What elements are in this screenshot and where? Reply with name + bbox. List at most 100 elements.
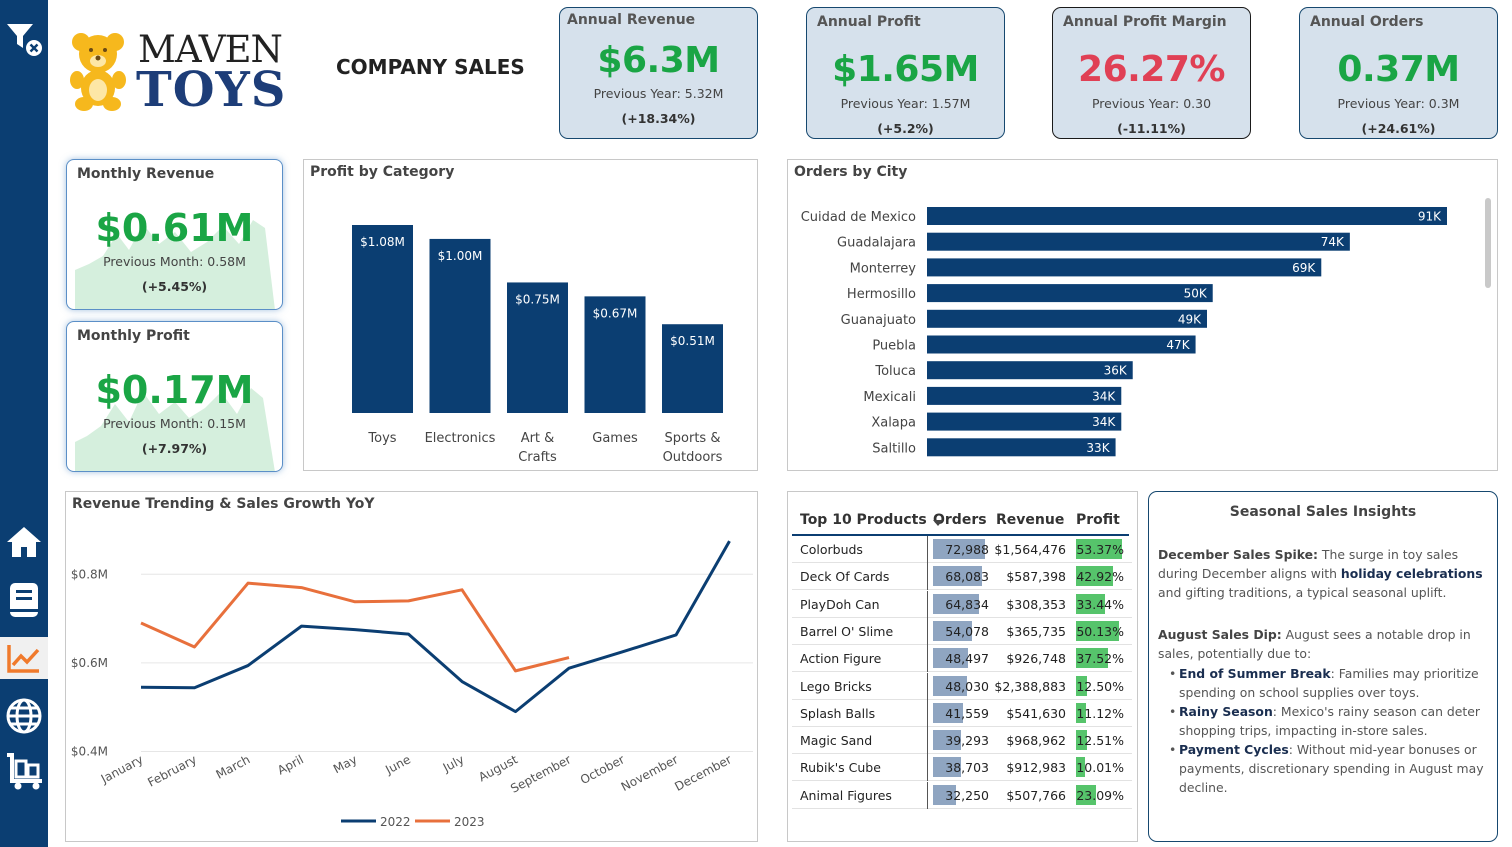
orders-by-city-chart: 91K Cuidad de Mexico 74K Guadalajara 69K Mont…: [801, 207, 1447, 457]
kpi-annual-profit: Annual Profit $1.65M Previous Year: 1.57…: [806, 7, 1005, 139]
product-orders: 39,293: [945, 733, 989, 749]
product-orders: 32,250: [945, 787, 989, 803]
product-profit: 10.01%: [1076, 760, 1124, 776]
table-row[interactable]: Colorbuds 72,988 $1,564,476 53.37%: [792, 536, 1132, 563]
table-row[interactable]: Animal Figures 32,250 $507,766 23.09%: [792, 781, 1132, 809]
monthly-profit-card: Monthly Profit $0.17M Previous Month: 0.…: [66, 321, 283, 472]
product-name: PlayDoh Can: [800, 596, 880, 612]
x-tick-label: July: [440, 752, 467, 775]
kpi-annual-profit-margin: Annual Profit Margin 26.27% Previous Yea…: [1052, 7, 1251, 139]
product-name: Lego Bricks: [800, 678, 872, 694]
product-revenue: $1,564,476: [994, 542, 1066, 557]
table-header-revenue[interactable]: Revenue: [996, 512, 1064, 528]
warehouse-cart-icon[interactable]: [0, 752, 48, 792]
kpi-previous: Previous Year: 0.30: [1091, 96, 1212, 111]
home-icon[interactable]: [0, 522, 48, 562]
product-revenue: $507,766: [1006, 787, 1066, 803]
table-header-profit[interactable]: Profit: [1076, 512, 1120, 528]
category-label: Outdoors: [663, 450, 723, 465]
x-tick-label: March: [214, 752, 253, 782]
product-orders: 72,988: [945, 542, 989, 557]
data-label: 50K: [1184, 287, 1208, 301]
bar: [927, 309, 1207, 328]
product-orders: 48,030: [945, 678, 989, 694]
orders-by-city-card: Orders by City 91K Cuidad de Mexico 74K Gua…: [787, 159, 1498, 471]
y-tick-label: $0.6M: [71, 656, 108, 670]
x-tick-label: November: [619, 752, 681, 794]
insights-paragraph-august: August Sales Dip: August sees a notable …: [1158, 627, 1471, 661]
category-label: Hermosillo: [847, 287, 916, 302]
column-divider: [927, 590, 928, 618]
sort-desc-icon[interactable]: [933, 520, 943, 526]
product-orders: 68,083: [945, 569, 989, 585]
kpi-previous: Previous Year: 0.3M: [1337, 96, 1460, 111]
revenue-trending-card: Revenue Trending & Sales Growth YoY $0.4…: [65, 491, 758, 842]
kpi-change: (-11.11%): [1117, 121, 1186, 136]
data-label: 69K: [1292, 261, 1316, 275]
product-name: Splash Balls: [800, 705, 876, 721]
kpi-title: Annual Orders: [1310, 14, 1424, 30]
data-label: $0.51M: [670, 334, 715, 348]
column-divider: [927, 563, 928, 591]
insight-bullet: • Payment Cycles: Without mid-year bonus…: [1169, 742, 1484, 795]
report-book-icon[interactable]: [0, 580, 48, 620]
kpi-previous: Previous Year: 1.57M: [840, 96, 971, 111]
data-label: $0.75M: [515, 292, 560, 306]
product-orders: 64,834: [945, 596, 989, 612]
product-revenue: $541,630: [1006, 705, 1066, 721]
table-row[interactable]: Magic Sand 39,293 $968,962 12.51%: [792, 727, 1132, 755]
product-orders: 48,497: [945, 651, 989, 667]
product-profit: 37.52%: [1076, 651, 1124, 667]
table-row[interactable]: Lego Bricks 48,030 $2,388,883 12.50%: [792, 672, 1132, 700]
bar: [927, 361, 1133, 380]
category-label: Art &: [521, 431, 555, 446]
category-label: Toys: [367, 431, 396, 446]
monthly-revenue-card: Monthly Revenue $0.61M Previous Month: 0…: [66, 159, 283, 310]
category-label: Crafts: [518, 450, 557, 465]
table-row[interactable]: Deck Of Cards 68,083 $587,398 42.92%: [792, 563, 1132, 591]
card-title: Monthly Revenue: [77, 166, 215, 182]
category-label: Mexicali: [863, 390, 916, 405]
card-previous: Previous Month: 0.58M: [103, 254, 246, 269]
data-label: 47K: [1166, 338, 1190, 352]
product-profit: 23.09%: [1076, 787, 1124, 803]
x-tick-label: April: [275, 752, 306, 777]
data-label: 33K: [1086, 441, 1110, 455]
category-label: Puebla: [872, 339, 916, 354]
column-divider: [927, 645, 928, 673]
x-tick-label: May: [331, 752, 359, 776]
teddy-bear-icon: [70, 33, 126, 111]
kpi-title: Annual Revenue: [567, 12, 696, 28]
product-name: Action Figure: [800, 651, 882, 667]
y-tick-label: $0.4M: [71, 745, 108, 759]
product-name: Rubik's Cube: [800, 760, 881, 776]
product-revenue: $926,748: [1006, 651, 1066, 667]
insights-paragraph-december: December Sales Spike: The surge in toy s…: [1158, 547, 1483, 600]
category-label: Electronics: [425, 431, 496, 446]
kpi-annual-revenue: Annual Revenue $6.3M Previous Year: 5.32…: [559, 7, 758, 139]
globe-icon[interactable]: [0, 696, 48, 736]
table-row[interactable]: Barrel O' Slime 54,078 $365,735 50.13%: [792, 617, 1132, 645]
trend-chart-icon[interactable]: [0, 637, 48, 679]
table-header-product[interactable]: Top 10 Products: [800, 512, 927, 528]
kpi-title: Annual Profit Margin: [1063, 14, 1227, 30]
card-title: Monthly Profit: [77, 328, 190, 344]
category-label: Guanajuato: [841, 313, 916, 328]
table-row[interactable]: PlayDoh Can 64,834 $308,353 33.44%: [792, 590, 1132, 618]
product-revenue: $308,353: [1006, 596, 1066, 612]
kpi-value: 0.37M: [1337, 49, 1460, 90]
insights-title: Seasonal Sales Insights: [1229, 504, 1417, 520]
data-label: 34K: [1092, 389, 1116, 403]
legend-label: 2022: [380, 815, 411, 829]
product-profit: 53.37%: [1076, 542, 1124, 557]
table-row[interactable]: Splash Balls 41,559 $541,630 11.12%: [792, 699, 1132, 727]
product-revenue: $912,983: [1006, 760, 1066, 776]
table-row[interactable]: Action Figure 48,497 $926,748 37.52%: [792, 645, 1132, 673]
kpi-title: Annual Profit: [817, 14, 921, 30]
maven-toys-logo: MAVEN TOYS: [68, 28, 308, 118]
kpi-change: (+5.2%): [877, 121, 934, 136]
clear-filter-icon[interactable]: [0, 20, 48, 60]
chart-scrollbar[interactable]: [1485, 198, 1491, 288]
bar: [927, 258, 1322, 277]
table-row[interactable]: Rubik's Cube 38,703 $912,983 10.01%: [792, 754, 1132, 782]
